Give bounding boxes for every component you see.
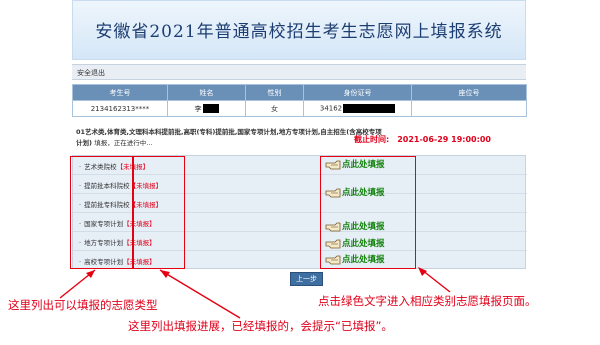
arrow-bottom (159, 269, 241, 319)
arrow-right (421, 269, 451, 293)
arrowhead-right (418, 267, 427, 276)
arrowhead-bottom (160, 270, 170, 278)
annotation-left: 这里列出可以填报的志愿类型 (8, 298, 158, 312)
annotation-right: 点击绿色文字进入相应类别志愿填报页面。 (318, 294, 537, 308)
annotation-bottom: 这里列出填报进展，已经填报的，会提示“已填报”。 (128, 319, 393, 333)
